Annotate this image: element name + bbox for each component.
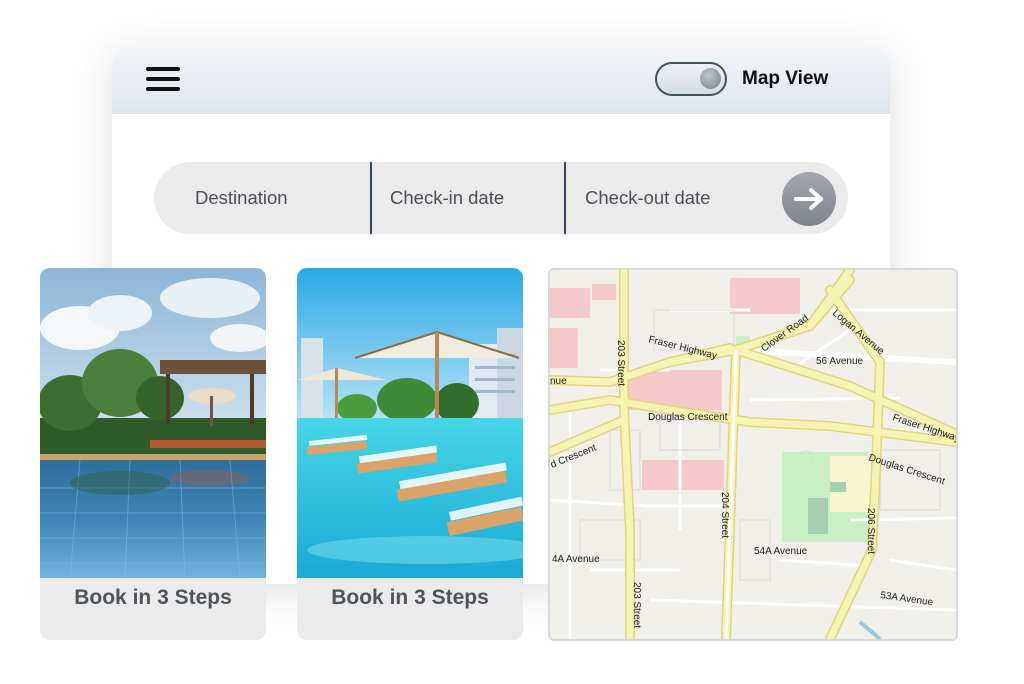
map-label: nue — [550, 376, 567, 387]
map-view-toggle[interactable] — [655, 62, 727, 96]
map-view-label: Map View — [742, 68, 829, 89]
resort-pool-photo — [40, 268, 266, 578]
map-label: Douglas Crescent — [648, 412, 728, 423]
map-label: 204 Street — [719, 492, 730, 538]
hamburger-menu-icon[interactable] — [146, 66, 180, 92]
hotel-card[interactable]: Book in 3 Steps — [297, 268, 523, 640]
map-label: 206 Street — [865, 508, 876, 554]
search-submit-button[interactable] — [782, 172, 836, 226]
check-in-field[interactable]: Check-in date — [390, 162, 504, 234]
pool-parasols-photo — [297, 268, 523, 578]
map-label: 203 Street — [631, 582, 642, 628]
arrow-right-icon — [794, 188, 823, 210]
card-caption: Book in 3 Steps — [331, 586, 489, 609]
toggle-knob — [700, 68, 721, 89]
search-bar: Destination Check-in date Check-out date — [154, 162, 848, 234]
map-label: 54A Avenue — [754, 546, 808, 557]
card-caption: Book in 3 Steps — [74, 586, 232, 609]
street-map: Fraser Highway Clover Road Logan Avenue … — [550, 270, 956, 639]
hotel-card[interactable]: Book in 3 Steps — [40, 268, 266, 640]
field-divider — [564, 162, 566, 234]
destination-field[interactable]: Destination — [195, 162, 288, 234]
check-out-field[interactable]: Check-out date — [585, 162, 710, 234]
map-label: 203 Street — [615, 340, 626, 386]
app-header: Map View — [112, 44, 890, 114]
field-divider — [370, 162, 372, 234]
map-label: 56 Avenue — [816, 356, 864, 367]
map-panel[interactable]: Fraser Highway Clover Road Logan Avenue … — [548, 268, 958, 641]
map-label: 4A Avenue — [552, 554, 600, 565]
